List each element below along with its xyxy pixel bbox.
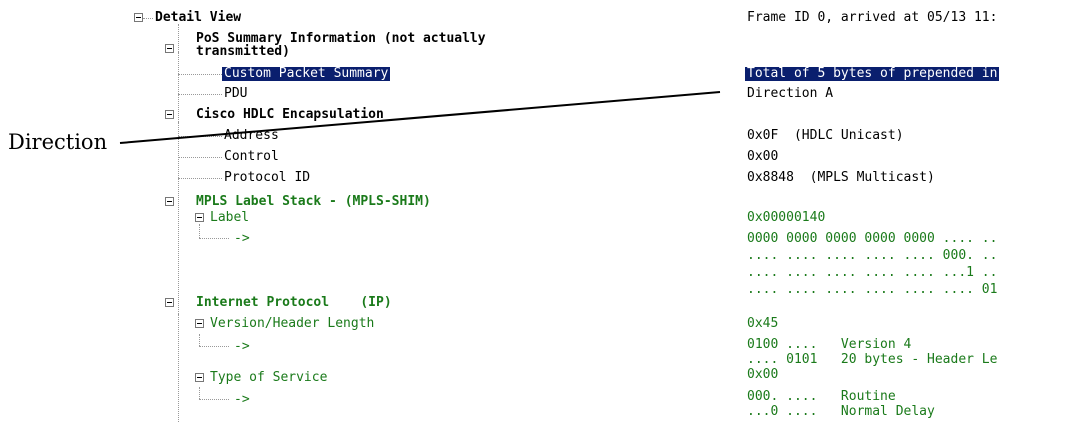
callout-leader-line <box>119 91 721 144</box>
